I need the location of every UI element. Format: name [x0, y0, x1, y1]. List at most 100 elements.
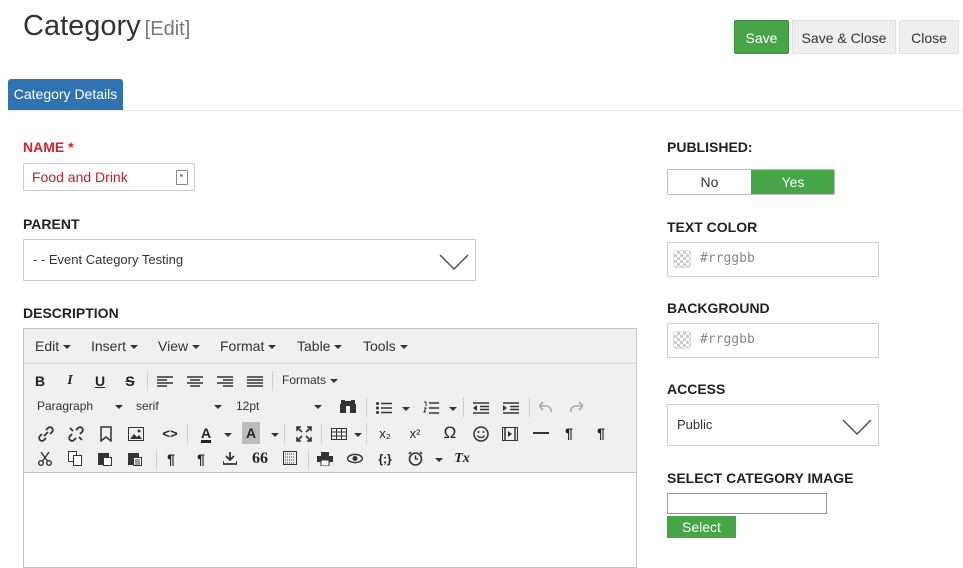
save-button[interactable]: Save: [734, 20, 789, 54]
show-invisibles-button[interactable]: ¶: [190, 448, 212, 470]
menu-edit[interactable]: Edit: [35, 338, 72, 354]
background-color-placeholder: #rrggbb: [700, 332, 755, 347]
parent-select[interactable]: - - Event Category Testing: [23, 239, 476, 281]
italic-button[interactable]: I: [59, 370, 81, 392]
fullscreen-icon[interactable]: [296, 426, 312, 442]
redo-icon[interactable]: [569, 401, 583, 413]
preview-eye-icon[interactable]: [347, 453, 363, 464]
page-subtitle: [Edit]: [144, 18, 191, 40]
outdent-icon[interactable]: [473, 402, 489, 414]
description-label: DESCRIPTION: [23, 305, 119, 321]
horizontal-rule-icon[interactable]: [533, 432, 549, 435]
undo-icon[interactable]: [539, 401, 553, 413]
font-size-select[interactable]: 12pt: [236, 399, 322, 413]
source-code-button[interactable]: {;}: [374, 448, 396, 470]
editor-content-area[interactable]: [24, 473, 636, 567]
name-input[interactable]: Food and Drink: [23, 163, 195, 191]
numbered-list-icon[interactable]: [423, 401, 439, 415]
numbered-list-caret-icon[interactable]: [449, 407, 457, 411]
caret-icon: [314, 405, 322, 409]
table-icon[interactable]: [331, 428, 347, 440]
text-color-input[interactable]: #rrggbb: [667, 242, 879, 277]
published-no-button[interactable]: No: [668, 170, 751, 194]
image-icon[interactable]: [128, 427, 144, 441]
superscript-button[interactable]: x²: [404, 423, 426, 445]
paste-text-icon[interactable]: [128, 451, 142, 466]
published-yes-button[interactable]: Yes: [751, 170, 834, 194]
align-justify-icon[interactable]: [247, 376, 263, 388]
block-format-value: Paragraph: [37, 399, 94, 413]
indent-icon[interactable]: [503, 402, 519, 414]
binoculars-icon[interactable]: [340, 400, 356, 414]
clear-formatting-button[interactable]: Tx: [451, 448, 473, 470]
tab-category-details[interactable]: Category Details: [8, 79, 123, 110]
toolbar-separator: [147, 371, 148, 391]
formats-label: Formats: [282, 373, 327, 387]
access-select[interactable]: Public: [667, 404, 879, 446]
bullet-list-icon[interactable]: [376, 402, 392, 414]
code-sample-button[interactable]: <>: [159, 423, 181, 445]
caret-icon: [334, 345, 343, 350]
close-button[interactable]: Close: [899, 20, 959, 54]
parent-label: PARENT: [23, 216, 80, 232]
text-color-caret-icon[interactable]: [224, 433, 232, 437]
align-left-icon[interactable]: [157, 376, 173, 388]
menu-insert[interactable]: Insert: [91, 338, 139, 354]
menu-format[interactable]: Format: [220, 338, 277, 354]
toolbar-separator: [272, 371, 273, 391]
subscript-button[interactable]: x₂: [374, 423, 396, 445]
align-right-icon[interactable]: [217, 376, 233, 388]
background-label: BACKGROUND: [667, 300, 770, 316]
font-family-select[interactable]: serif: [136, 399, 222, 413]
bold-button[interactable]: B: [29, 370, 51, 392]
block-format-select[interactable]: Paragraph: [37, 399, 123, 413]
parent-select-value: - - Event Category Testing: [33, 252, 184, 267]
alarm-clock-icon[interactable]: [408, 451, 423, 466]
access-select-value: Public: [677, 417, 713, 432]
published-label: PUBLISHED:: [667, 139, 753, 155]
strikethrough-button[interactable]: S: [119, 370, 141, 392]
unlink-icon[interactable]: [68, 426, 84, 442]
rtl-button[interactable]: ¶: [590, 422, 612, 444]
underline-button[interactable]: U: [89, 370, 111, 392]
transparent-swatch-icon: [673, 250, 691, 268]
print-icon[interactable]: [317, 452, 333, 466]
special-character-button[interactable]: Ω: [439, 422, 461, 444]
background-color-caret-icon[interactable]: [271, 433, 279, 437]
toolbar-separator: [529, 397, 530, 417]
emoticon-icon[interactable]: [473, 426, 489, 442]
cut-icon[interactable]: [38, 452, 52, 466]
transparent-swatch-icon: [673, 331, 691, 349]
link-icon[interactable]: [38, 426, 54, 442]
align-center-icon[interactable]: [187, 376, 203, 388]
name-label-text: NAME: [23, 139, 65, 155]
ltr-button[interactable]: ¶: [558, 422, 580, 444]
menu-table[interactable]: Table: [297, 338, 343, 354]
bullet-list-caret-icon[interactable]: [402, 407, 410, 411]
show-blocks-button[interactable]: ¶: [160, 448, 182, 470]
datetime-caret-icon[interactable]: [435, 458, 443, 462]
template-icon[interactable]: [283, 451, 297, 465]
menu-view[interactable]: View: [158, 338, 201, 354]
insert-datetime-icon[interactable]: [223, 452, 237, 465]
category-image-input[interactable]: [667, 493, 827, 514]
toolbar-separator: [187, 424, 188, 444]
caret-icon: [130, 345, 139, 350]
table-caret-icon[interactable]: [354, 433, 362, 437]
media-icon[interactable]: [502, 427, 518, 441]
blockquote-button[interactable]: 66: [249, 448, 271, 470]
bookmark-icon[interactable]: [100, 426, 112, 442]
menu-tools[interactable]: Tools: [363, 338, 408, 354]
background-color-button[interactable]: A: [242, 422, 260, 444]
toolbar-separator: [366, 424, 367, 444]
rich-text-editor: Edit Insert View Format Table Tools B I …: [23, 328, 637, 568]
save-close-button[interactable]: Save & Close: [792, 20, 896, 54]
paste-icon[interactable]: [98, 451, 112, 466]
background-color-input[interactable]: #rrggbb: [667, 323, 879, 358]
menu-view-label: View: [158, 338, 189, 354]
select-image-button[interactable]: Select: [667, 516, 736, 538]
copy-icon[interactable]: [68, 451, 82, 466]
formats-dropdown[interactable]: Formats: [282, 373, 339, 387]
contact-card-icon: [176, 170, 188, 185]
text-color-button[interactable]: A: [195, 422, 217, 444]
